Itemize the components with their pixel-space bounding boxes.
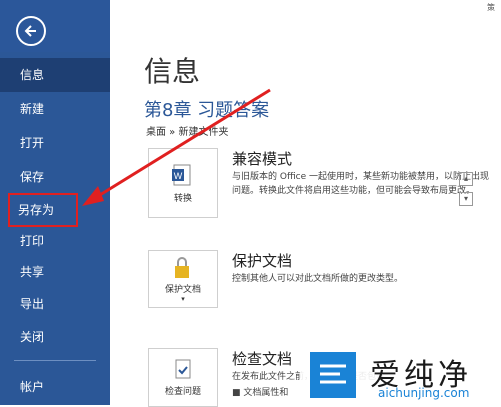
convert-label: 转换 [173, 193, 192, 204]
collapse-icon[interactable]: ▴ [459, 172, 473, 186]
info-panel: 策 信息 第8章 习题答案 桌面 » 新建文件夹 W 转换 兼容模式 与旧版本的… [110, 0, 501, 407]
menu-item-close[interactable]: 关闭 [0, 320, 110, 354]
menu-item-label: 共享 [20, 265, 45, 279]
menu-item-label: 导出 [20, 297, 45, 311]
document-title: 第8章 习题答案 [144, 100, 270, 121]
window-title-fragment: 策 [487, 3, 495, 12]
menu-divider [14, 360, 96, 361]
menu-item-label: 信息 [20, 68, 45, 82]
back-arrow-icon [24, 25, 36, 37]
svg-text:W: W [174, 171, 183, 181]
compatibility-title: 兼容模式 [232, 150, 293, 168]
lock-key-icon [175, 256, 189, 278]
menu-item-label: 新建 [20, 102, 45, 116]
watermark-logo-icon [320, 364, 346, 384]
menu-item-open[interactable]: 打开 [0, 126, 110, 160]
expand-icon[interactable]: ▾ [459, 192, 473, 206]
menu-item-label: 保存 [20, 170, 45, 184]
menu-item-new[interactable]: 新建 [0, 92, 110, 126]
convert-button[interactable]: W 转换 [148, 148, 218, 218]
menu-item-label: 帐户 [20, 380, 45, 394]
compatibility-description: 与旧版本的 Office 一起使用时，某些新功能被禁用，以防止出现问题。转换此文… [232, 172, 489, 196]
protect-title: 保护文档 [232, 252, 293, 270]
watermark: 爱纯净 aichunjing.com [300, 346, 501, 405]
menu-item-label: 打开 [20, 136, 45, 150]
menu-item-label: 关闭 [20, 330, 45, 344]
protect-document-button[interactable]: 保护文档 ▾ [148, 250, 218, 308]
page-title: 信息 [144, 55, 201, 88]
backstage-sidebar: 信息 新建 打开 保存 另存为 打印 共享 导出 关闭 帐户 [0, 0, 110, 405]
menu-item-export[interactable]: 导出 [0, 287, 110, 321]
check-issues-button[interactable]: 检查问题 [148, 348, 218, 407]
back-button[interactable] [16, 16, 46, 46]
menu-item-info[interactable]: 信息 [0, 58, 110, 92]
menu-item-label: 另存为 [18, 203, 55, 217]
protect-document-label: 保护文档 [164, 284, 201, 295]
menu-item-save[interactable]: 保存 [0, 160, 110, 194]
check-issues-label: 检查问题 [164, 387, 201, 397]
protect-description: 控制其他人可以对此文档所做的更改类型。 [232, 274, 404, 284]
menu-item-save-as[interactable]: 另存为 [8, 193, 78, 227]
check-document-icon [175, 359, 191, 379]
breadcrumb[interactable]: 桌面 » 新建文件夹 [146, 123, 228, 138]
inspect-title: 检查文档 [232, 350, 293, 368]
menu-item-print[interactable]: 打印 [0, 224, 110, 258]
menu-item-label: 打印 [20, 234, 45, 248]
menu-item-account[interactable]: 帐户 [0, 370, 110, 404]
word-convert-icon: W [172, 164, 191, 185]
watermark-url: aichunjing.com [378, 386, 470, 400]
menu-item-share[interactable]: 共享 [0, 255, 110, 289]
watermark-logo [310, 352, 356, 398]
chevron-down-icon: ▾ [181, 294, 185, 303]
